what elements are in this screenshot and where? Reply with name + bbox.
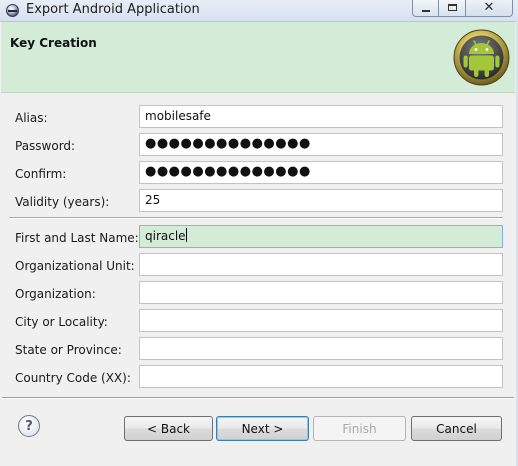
cancel-button[interactable]: Cancel (411, 416, 502, 441)
organizational-unit-input[interactable] (139, 253, 503, 276)
maximize-icon (447, 4, 457, 11)
state-row: State or Province: (0, 337, 518, 363)
alias-input[interactable]: mobilesafe (139, 105, 503, 128)
password-label: Password: (15, 139, 76, 153)
minimize-button[interactable] (412, 0, 439, 17)
state-input[interactable] (139, 337, 503, 360)
country-row: Country Code (XX): (0, 365, 518, 391)
help-icon: ? (25, 418, 33, 434)
country-code-input[interactable] (139, 365, 503, 388)
wizard-header: Key Creation (1, 22, 515, 93)
page-title: Key Creation (10, 36, 97, 50)
name-row: First and Last Name: qiracle (0, 225, 518, 251)
name-value: qiracle (145, 229, 186, 243)
window-title: Export Android Application (26, 2, 200, 17)
confirm-password-input[interactable]: ●●●●●●●●●●●●●● (139, 161, 503, 184)
export-android-application-dialog: Export Android Application ✕ Key Creatio… (0, 0, 518, 466)
close-icon: ✕ (483, 0, 495, 15)
button-bar-divider (2, 397, 514, 399)
minimize-icon (421, 10, 430, 12)
help-button[interactable]: ? (18, 415, 40, 437)
validity-row: Validity (years): 25 (0, 189, 518, 215)
city-input[interactable] (139, 309, 503, 332)
country-label: Country Code (XX): (15, 371, 131, 385)
org-unit-row: Organizational Unit: (0, 253, 518, 279)
section-divider (9, 217, 503, 219)
eclipse-icon (6, 4, 19, 17)
first-last-name-input[interactable]: qiracle (139, 225, 503, 248)
organization-row: Organization: (0, 281, 518, 307)
name-label: First and Last Name: (15, 231, 139, 245)
password-input[interactable]: ●●●●●●●●●●●●●● (139, 133, 503, 156)
title-bar[interactable]: Export Android Application ✕ (0, 0, 518, 22)
android-logo-icon (453, 29, 510, 86)
city-label: City or Locality: (15, 315, 108, 329)
maximize-button[interactable] (439, 0, 466, 17)
next-button[interactable]: Next > (216, 416, 309, 441)
alias-label: Alias: (15, 111, 48, 125)
organization-label: Organization: (15, 287, 96, 301)
text-caret (185, 228, 187, 242)
finish-button[interactable]: Finish (313, 416, 406, 441)
city-row: City or Locality: (0, 309, 518, 335)
confirm-label: Confirm: (15, 167, 67, 181)
password-row: Password: ●●●●●●●●●●●●●● (0, 133, 518, 159)
close-button[interactable]: ✕ (466, 0, 513, 17)
organization-input[interactable] (139, 281, 503, 304)
validity-input[interactable]: 25 (139, 189, 503, 212)
confirm-row: Confirm: ●●●●●●●●●●●●●● (0, 161, 518, 187)
alias-row: Alias: mobilesafe (0, 105, 518, 131)
state-label: State or Province: (15, 343, 122, 357)
org-unit-label: Organizational Unit: (15, 259, 135, 273)
validity-label: Validity (years): (15, 195, 110, 209)
back-button[interactable]: < Back (124, 416, 213, 441)
